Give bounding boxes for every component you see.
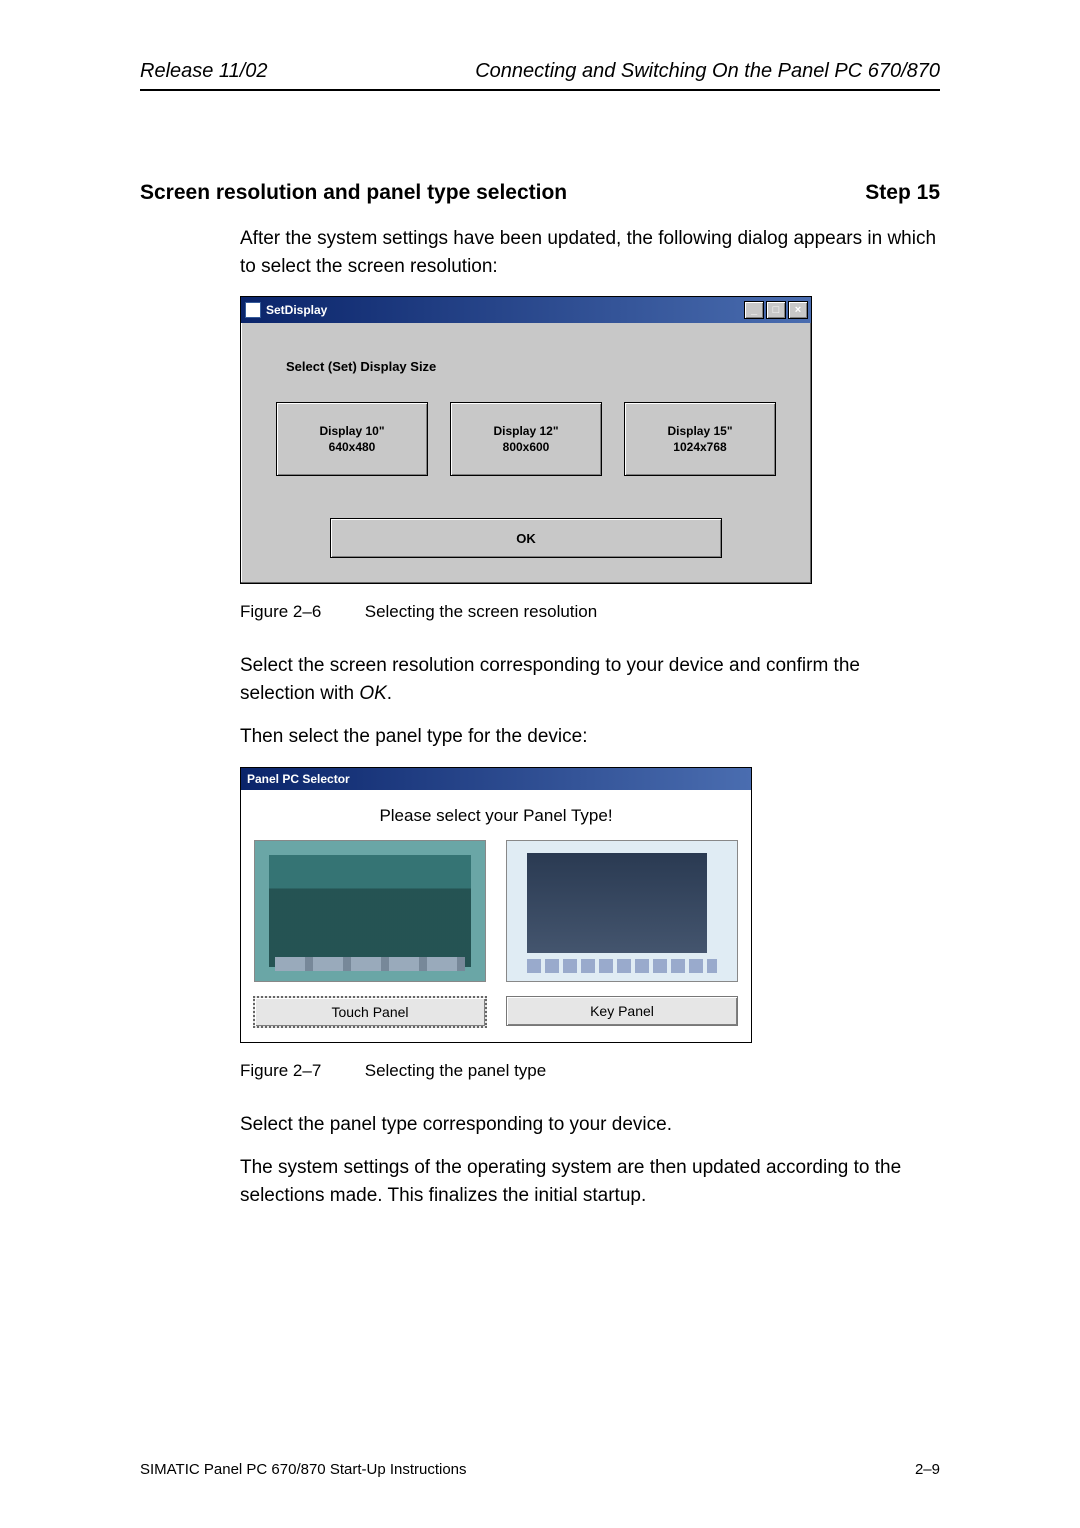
figure-setdisplay: SetDisplay _ □ × Select (Set) Display Si… [240,296,940,584]
dialog-label: Select (Set) Display Size [286,359,776,374]
minimize-icon[interactable]: _ [744,301,764,319]
display-12-line1: Display 12" [493,423,558,439]
paragraph-2: Select the screen resolution correspondi… [240,652,940,707]
titlebar: SetDisplay _ □ × [241,297,811,323]
section-title: Screen resolution and panel type selecti… [140,181,567,205]
display-15-button[interactable]: Display 15" 1024x768 [624,402,776,476]
display-10-button[interactable]: Display 10" 640x480 [276,402,428,476]
display-10-line1: Display 10" [319,423,384,439]
display-12-line2: 800x600 [503,439,550,455]
selector-titlebar: Panel PC Selector [241,768,751,790]
header-chapter: Connecting and Switching On the Panel PC… [475,60,940,83]
panel-selector-window: Panel PC Selector Please select your Pan… [240,767,752,1043]
paragraph-1: After the system settings have been upda… [240,225,940,280]
close-icon[interactable]: × [788,301,808,319]
footer-doc-title: SIMATIC Panel PC 670/870 Start-Up Instru… [140,1461,467,1478]
figure-2-7-caption: Selecting the panel type [365,1061,546,1080]
ok-button[interactable]: OK [330,518,722,558]
window-title: SetDisplay [266,303,327,317]
figure-2-7-number: Figure 2–7 [240,1061,360,1081]
figure-panel-selector: Panel PC Selector Please select your Pan… [240,767,940,1043]
maximize-icon[interactable]: □ [766,301,786,319]
display-15-line2: 1024x768 [673,439,726,455]
figure-2-6-caption: Selecting the screen resolution [365,602,597,621]
figure-2-6-number: Figure 2–6 [240,602,360,622]
display-12-button[interactable]: Display 12" 800x600 [450,402,602,476]
setdisplay-window: SetDisplay _ □ × Select (Set) Display Si… [240,296,812,584]
touch-panel-thumbnail [254,840,486,982]
display-15-line1: Display 15" [667,423,732,439]
step-label: Step 15 [865,181,940,205]
key-panel-thumbnail [506,840,738,982]
selector-message: Please select your Panel Type! [251,806,741,826]
touch-panel-button[interactable]: Touch Panel [253,996,487,1028]
paragraph-5: The system settings of the operating sys… [240,1154,940,1209]
paragraph-3: Then select the panel type for the devic… [240,723,940,751]
app-icon [245,302,261,318]
key-panel-button[interactable]: Key Panel [506,996,738,1026]
paragraph-4: Select the panel type corresponding to y… [240,1111,940,1139]
display-10-line2: 640x480 [329,439,376,455]
footer-page-number: 2–9 [915,1461,940,1478]
header-release: Release 11/02 [140,60,268,83]
